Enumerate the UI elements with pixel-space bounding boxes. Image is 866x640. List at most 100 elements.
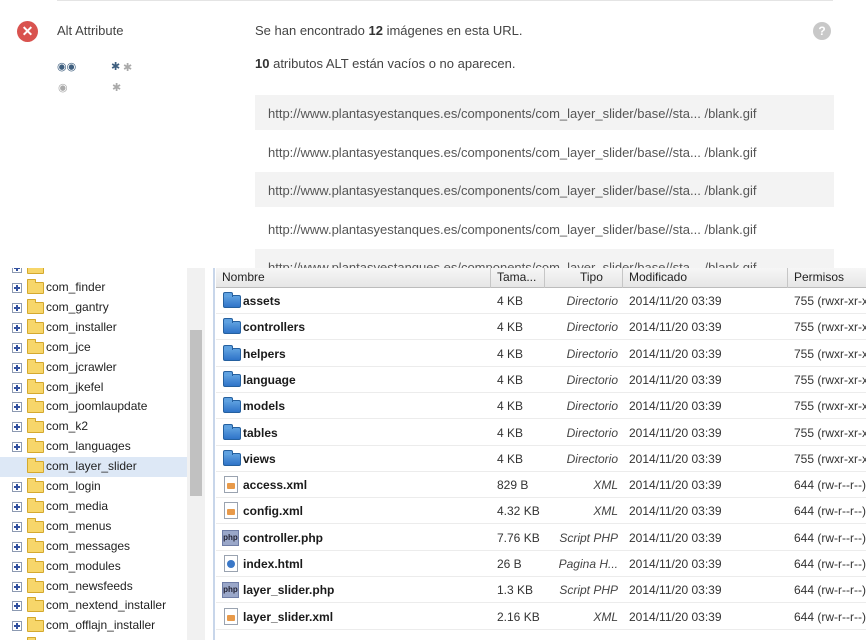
expand-icon[interactable] [12,581,22,592]
tree-item-label: com_jcrawler [46,359,117,374]
tree-item[interactable]: com_jcrawler [0,358,187,378]
file-size: 26 B [497,557,522,571]
file-size: 4 KB [497,399,524,414]
settings-gear-icon[interactable]: ✱ [111,62,120,73]
expand-icon[interactable] [12,422,22,433]
expand-icon[interactable] [12,302,22,313]
tree-item-label: com_gantry [46,299,109,314]
circle-dim-icon[interactable]: ◉ [58,83,68,94]
file-modified: 2014/11/20 03:39 [629,583,722,598]
expand-icon[interactable] [12,322,22,333]
file-name: language [243,372,296,387]
tree-item[interactable]: com_phocagallery [0,636,187,640]
file-name: layer_slider.xml [243,609,334,624]
expand-icon[interactable] [12,283,22,293]
tree-item[interactable]: com_nextend_installer [0,596,187,616]
gear-dim-icon[interactable]: ✱ [112,83,121,94]
image-url[interactable]: http://www.plantasyestanques.es/componen… [268,145,756,160]
expand-icon[interactable] [12,268,22,273]
file-row[interactable]: language 4 KB Directorio 2014/11/20 03:39 75… [216,367,866,393]
expand-icon[interactable] [12,501,22,512]
expand-icon[interactable] [12,541,22,552]
image-url[interactable]: http://www.plantasyestanques.es/componen… [268,222,756,237]
file-row[interactable]: index.html 26 B Pagina H... 2014/11/20 03:3… [216,551,866,577]
file-row[interactable]: models 4 KB Directorio 2014/11/20 03:39 755 … [216,393,866,420]
settings-gear-secondary-icon[interactable]: ✱ [123,63,132,74]
file-name: views [243,451,276,466]
image-count: 12 [368,23,383,38]
column-header-size[interactable]: Tama... [491,268,545,288]
file-size: 4 KB [497,294,524,308]
file-row[interactable]: views 4 KB Directorio 2014/11/20 03:39 755 (… [216,446,866,472]
file-row[interactable]: layer_slider.xml 2.16 KB XML 2014/11/20 03:… [216,604,866,630]
expand-icon[interactable] [12,382,22,393]
expand-icon[interactable] [12,482,22,492]
tree-item[interactable]: com_newsfeeds [0,577,187,597]
tree-item[interactable]: com_login [0,477,187,497]
question-icon[interactable]: ? [813,22,831,40]
image-url[interactable]: http://www.plantasyestanques.es/componen… [268,260,756,268]
file-type: Directorio [566,451,618,466]
expand-icon[interactable] [12,601,22,612]
folder-icon [27,279,44,294]
tree-item[interactable]: com_jkefel [0,378,187,398]
file-row[interactable]: access.xml 829 B XML 2014/11/20 03:39 644 (r… [216,472,866,499]
file-name: helpers [243,346,286,361]
tree-item[interactable]: com_finder [0,278,187,298]
file-row[interactable]: php layer_slider.php 1.3 KB Script PHP 2014/… [216,577,866,604]
tree-scrollbar-thumb[interactable] [190,330,202,496]
expand-icon[interactable] [12,402,22,413]
folder-icon [27,268,44,274]
file-size: 1.3 KB [497,583,534,598]
file-modified: 2014/11/20 03:39 [629,425,722,440]
tree-item[interactable]: com_gantry [0,298,187,318]
file-size: 4 KB [497,320,524,335]
tree-item[interactable]: com_k2 [0,417,187,437]
file-row[interactable]: tables 4 KB Directorio 2014/11/20 03:39 755 … [216,420,866,446]
file-modified: 2014/11/20 03:39 [629,557,722,571]
file-type: Directorio [566,425,618,440]
expand-icon[interactable] [12,521,22,532]
tree-item[interactable]: com_offlajn_installer [0,616,187,636]
expand-icon[interactable] [12,342,22,353]
column-header-type[interactable]: Tipo [545,268,623,288]
image-url[interactable]: http://www.plantasyestanques.es/componen… [268,183,756,198]
file-type: Directorio [566,346,618,361]
tree-item[interactable]: com_menus [0,517,187,537]
tree-item[interactable] [0,268,187,278]
file-modified: 2014/11/20 03:39 [629,372,722,387]
tree-item[interactable]: com_layer_slider [0,457,187,478]
file-row[interactable]: php controller.php 7.76 KB Script PHP 2014/1… [216,525,866,551]
file-row[interactable]: assets 4 KB Directorio 2014/11/20 03:39 755 … [216,288,866,314]
php-file-icon: php [222,529,239,546]
file-row[interactable]: controllers 4 KB Directorio 2014/11/20 03:3… [216,314,866,341]
tree-item-label: com_joomlaupdate [46,399,148,414]
file-type: Directorio [566,320,618,335]
tree-item[interactable]: com_messages [0,537,187,557]
tree-item[interactable]: com_jce [0,338,187,358]
file-size: 4 KB [497,425,524,440]
tree-item-label: com_messages [46,538,131,553]
column-header-permissions[interactable]: Permisos [788,268,866,288]
tree-item[interactable]: com_languages [0,437,187,457]
expand-icon[interactable] [12,442,22,453]
expand-icon[interactable] [12,362,22,373]
tree-item[interactable]: com_installer [0,318,187,338]
file-row[interactable]: config.xml 4.32 KB XML 2014/11/20 03:39 644 … [216,498,866,525]
tree-item[interactable]: com_media [0,497,187,517]
tree-item-label: com_finder [46,280,106,294]
expand-icon[interactable] [12,621,22,632]
image-url[interactable]: http://www.plantasyestanques.es/componen… [268,106,756,121]
column-header-modified[interactable]: Modificado [623,268,788,288]
file-size: 829 B [497,478,529,493]
column-header-name[interactable]: Nombre [216,268,491,288]
file-row[interactable]: helpers 4 KB Directorio 2014/11/20 03:39 755… [216,341,866,367]
view-toggle-icon[interactable]: ◉◉ [57,62,76,73]
file-permissions: 755 (rwxr-xr-x) [794,320,866,335]
expand-icon[interactable] [12,561,22,572]
tree-item[interactable]: com_joomlaupdate [0,397,187,417]
file-permissions: 644 (rw-r--r--) [794,557,866,571]
check-title: Alt Attribute [57,23,124,38]
tree-item[interactable]: com_modules [0,557,187,577]
php-file-icon: php [222,582,239,599]
